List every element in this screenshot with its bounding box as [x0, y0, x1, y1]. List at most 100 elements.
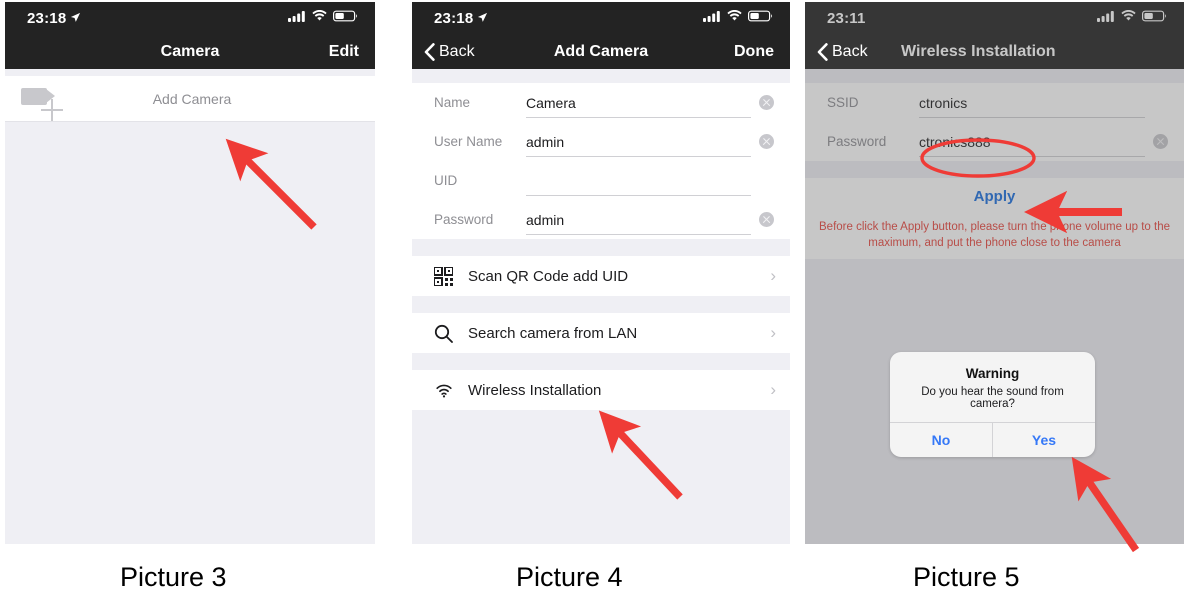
battery-icon: [1142, 9, 1168, 27]
location-arrow-icon: [477, 10, 488, 27]
field-value: ctronics: [919, 94, 968, 111]
form-row-password[interactable]: Password admin: [412, 200, 790, 239]
back-button-label: Back: [832, 42, 868, 60]
section-gap: [412, 353, 790, 370]
wifi-icon: [1121, 9, 1136, 27]
status-bar-right: [288, 9, 359, 27]
edit-button[interactable]: Edit: [329, 43, 359, 61]
wifi-icon: [727, 9, 742, 27]
status-bar-time: 23:18: [27, 9, 67, 27]
status-bar-left: 23:18: [27, 10, 81, 27]
section-gap: [412, 239, 790, 256]
list-top-gap: [5, 69, 375, 76]
status-bar-left: 23:11: [827, 10, 866, 27]
caption-picture-3: Picture 3: [120, 562, 227, 592]
user-name-input[interactable]: admin: [526, 122, 751, 161]
status-bar-left: 23:18: [434, 10, 488, 27]
back-button[interactable]: Back: [817, 43, 868, 61]
phone-panel-camera-list: 23:18 Camera Edit Add Camera: [5, 2, 375, 544]
form-row-name[interactable]: Name Camera: [412, 83, 790, 122]
field-underline: [526, 234, 751, 235]
field-value: admin: [526, 211, 565, 228]
chevron-left-icon: [424, 42, 435, 61]
field-value: admin: [526, 133, 565, 150]
warning-note-text: Before click the Apply button, please tu…: [819, 221, 1170, 249]
name-input[interactable]: Camera: [526, 83, 751, 122]
list-item-add-camera[interactable]: Add Camera: [5, 76, 375, 122]
cellular-signal-icon: [1097, 9, 1115, 27]
status-bar: 23:11: [805, 2, 1184, 34]
qr-code-icon: [434, 266, 468, 286]
back-button[interactable]: Back: [424, 43, 475, 61]
search-icon: [434, 324, 468, 343]
chevron-right-icon: ›: [770, 323, 776, 342]
section-gap: [412, 296, 790, 313]
action-row-search-lan[interactable]: Search camera from LAN ›: [412, 313, 790, 353]
status-bar-time: 23:11: [827, 9, 866, 27]
field-label: Password: [434, 212, 494, 227]
field-label: UID: [434, 173, 458, 188]
status-bar-right: [1097, 9, 1168, 27]
apply-button-label: Apply: [973, 187, 1016, 205]
nav-bar: Back Wireless Installation: [805, 34, 1184, 69]
status-bar: 23:18: [5, 2, 375, 34]
password-input[interactable]: admin: [526, 200, 751, 239]
field-underline: [526, 195, 751, 196]
row-separator: [5, 121, 375, 122]
action-row-scan-qr[interactable]: Scan QR Code add UID ›: [412, 256, 790, 296]
section-gap: [805, 161, 1184, 178]
clear-icon[interactable]: [759, 212, 774, 227]
form-top-gap: [805, 69, 1184, 83]
dialog-yes-button[interactable]: Yes: [993, 423, 1095, 457]
nav-bar: Back Add Camera Done: [412, 34, 790, 69]
back-button-label: Back: [439, 42, 475, 60]
caption-picture-5: Picture 5: [913, 562, 1020, 592]
video-camera-add-icon: [19, 84, 63, 121]
action-label: Search camera from LAN: [468, 324, 638, 342]
dialog-no-button[interactable]: No: [890, 423, 992, 457]
dialog-actions: No Yes: [890, 423, 1095, 457]
field-label: User Name: [434, 134, 503, 149]
battery-icon: [748, 9, 774, 27]
cellular-signal-icon: [288, 9, 306, 27]
field-underline: [919, 117, 1145, 118]
wifi-icon: [312, 9, 327, 27]
location-arrow-icon: [70, 10, 81, 27]
phone-panel-add-camera: 23:18 Back Add Camera Done Name Camera U…: [412, 2, 790, 544]
form-row-user-name[interactable]: User Name admin: [412, 122, 790, 161]
uid-input[interactable]: [526, 161, 751, 200]
action-label: Scan QR Code add UID: [468, 267, 629, 285]
action-row-wireless-installation[interactable]: Wireless Installation ›: [412, 370, 790, 410]
field-label: SSID: [827, 95, 859, 110]
wifi-password-input[interactable]: ctronics888: [919, 122, 1145, 161]
clear-icon[interactable]: [759, 95, 774, 110]
chevron-right-icon: ›: [770, 380, 776, 399]
apply-button[interactable]: Apply: [805, 178, 1184, 214]
wifi-icon: [434, 382, 468, 398]
warning-dialog: Warning Do you hear the sound from camer…: [890, 352, 1095, 457]
phone-panel-wireless-installation: 23:11 Back Wireless Installation SSID ct…: [805, 2, 1184, 544]
clear-icon[interactable]: [1153, 134, 1168, 149]
battery-icon: [333, 9, 359, 27]
page-title: Wireless Installation: [901, 42, 1056, 60]
page-title: Camera: [160, 42, 220, 60]
screenshot-stage: 23:18 Camera Edit Add Camera 23:18 Back …: [0, 0, 1189, 606]
nav-bar: Camera Edit: [5, 34, 375, 69]
cellular-signal-icon: [703, 9, 721, 27]
field-underline: [919, 156, 1145, 157]
dialog-body: Warning Do you hear the sound from camer…: [890, 352, 1095, 422]
wireless-form: SSID ctronics Password ctronics888: [805, 83, 1184, 161]
clear-icon[interactable]: [759, 134, 774, 149]
dialog-title: Warning: [965, 366, 1020, 381]
ssid-input[interactable]: ctronics: [919, 83, 1145, 122]
caption-picture-4: Picture 4: [516, 562, 623, 592]
status-bar: 23:18: [412, 2, 790, 34]
form-row-uid[interactable]: UID: [412, 161, 790, 200]
form-row-ssid[interactable]: SSID ctronics: [805, 83, 1184, 122]
form-row-password[interactable]: Password ctronics888: [805, 122, 1184, 161]
field-label: Name: [434, 95, 471, 110]
done-button[interactable]: Done: [734, 43, 774, 61]
action-label: Wireless Installation: [468, 381, 602, 399]
field-value: ctronics888: [919, 133, 991, 150]
field-underline: [526, 117, 751, 118]
